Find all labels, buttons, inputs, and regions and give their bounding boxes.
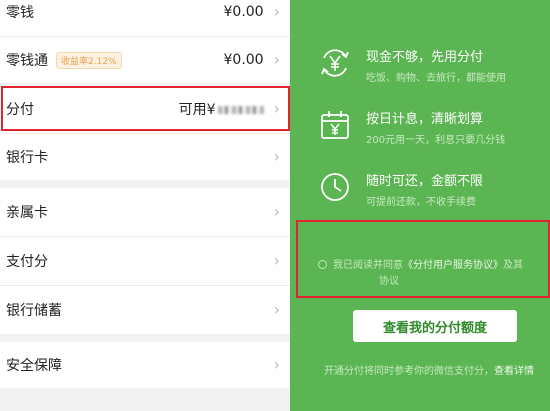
row-label: 银行卡 xyxy=(6,150,48,166)
wallet-row-change-pass[interactable]: 零钱通 收益率2.12% ¥0.00 › xyxy=(0,37,290,83)
chevron-right-icon: › xyxy=(273,147,280,166)
yen-cycle-icon xyxy=(321,49,349,77)
chevron-right-icon: › xyxy=(273,2,280,21)
footer-text: 开通分付将同时参考你的微信支付分， xyxy=(324,366,494,377)
fenfu-promo-panel: 现金不够，先用分付 吃饭、购物、去旅行，都能使用 按日计息，清晰划算 200元用… xyxy=(290,0,550,411)
calendar-yen-icon xyxy=(321,111,349,139)
row-value: ¥0.00 xyxy=(223,52,264,68)
row-label: 零钱通 xyxy=(6,53,48,69)
section-gap xyxy=(0,388,290,411)
row-label: 支付分 xyxy=(6,254,48,270)
fenfu-highlight-box xyxy=(1,86,290,131)
feature-subtitle: 吃饭、购物、去旅行，都能使用 xyxy=(366,73,506,84)
yield-badge: 收益率2.12% xyxy=(56,51,122,69)
section-gap xyxy=(0,180,290,188)
wallet-panel: 零钱 ¥0.00 › 零钱通 收益率2.12% ¥0.00 › 分付 可用¥ ›… xyxy=(0,0,290,411)
row-label: 安全保障 xyxy=(6,358,62,374)
agreement-prefix: 我已阅读并同意 xyxy=(333,260,403,271)
feature-subtitle: 可提前还款，不收手续费 xyxy=(366,197,476,208)
section-gap xyxy=(0,334,290,342)
wallet-row-security[interactable]: 安全保障 › xyxy=(0,342,290,388)
wallet-row-pay-score[interactable]: 支付分 › xyxy=(0,237,290,285)
radio-icon[interactable] xyxy=(318,260,327,269)
wallet-row-bank-card[interactable]: 银行卡 › xyxy=(0,134,290,180)
footer-note: 开通分付将同时参考你的微信支付分，查看详情 xyxy=(324,362,534,377)
chevron-right-icon: › xyxy=(273,202,280,221)
row-label: 零钱 xyxy=(6,5,34,21)
feature-title: 随时可还，金额不限 xyxy=(366,174,484,189)
feature-title: 现金不够，先用分付 xyxy=(366,50,484,65)
agreement-checkbox[interactable]: 我已阅读并同意《分付用户服务协议》及其 协议 xyxy=(318,258,550,289)
row-value: ¥0.00 xyxy=(223,4,264,20)
wallet-row-bank-savings[interactable]: 银行储蓄 › xyxy=(0,286,290,334)
chevron-right-icon: › xyxy=(273,50,280,69)
feature-cash: 现金不够，先用分付 吃饭、购物、去旅行，都能使用 xyxy=(318,46,550,84)
row-label: 银行储蓄 xyxy=(6,303,62,319)
wallet-row-change[interactable]: 零钱 ¥0.00 › xyxy=(0,0,290,24)
agreement-suffix: 及其 xyxy=(503,260,523,271)
chevron-right-icon: › xyxy=(273,355,280,374)
agreement-line2: 协议 xyxy=(379,275,399,287)
feature-subtitle: 200元用一天，利息只要几分钱 xyxy=(366,135,506,146)
chevron-right-icon: › xyxy=(273,300,280,319)
view-credit-button[interactable]: 查看我的分付额度 xyxy=(353,310,517,342)
feature-daily-interest: 按日计息，清晰划算 200元用一天，利息只要几分钱 xyxy=(318,108,550,146)
clock-icon xyxy=(321,173,349,201)
row-label: 亲属卡 xyxy=(6,205,48,221)
chevron-right-icon: › xyxy=(273,251,280,270)
wallet-row-family-card[interactable]: 亲属卡 › xyxy=(0,188,290,236)
footer-details-link[interactable]: 查看详情 xyxy=(494,366,534,377)
feature-repay-anytime: 随时可还，金额不限 可提前还款，不收手续费 xyxy=(318,170,550,208)
agreement-link[interactable]: 《分付用户服务协议》 xyxy=(403,260,503,271)
feature-title: 按日计息，清晰划算 xyxy=(366,112,484,127)
